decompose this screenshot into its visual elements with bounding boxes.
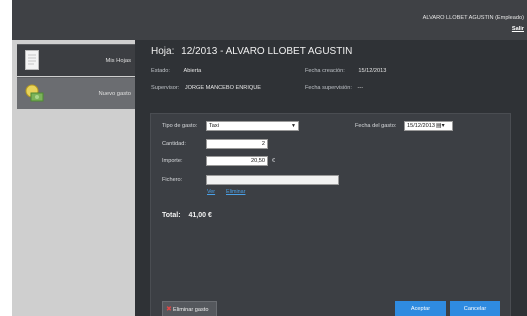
- title-value: 12/2013 - ALVARO LLOBET AGUSTIN: [181, 46, 353, 57]
- fichero-label: Fichero:: [162, 177, 183, 183]
- currency-symbol: €: [272, 158, 276, 164]
- supervisor-info: Supervisor: JORGE MANCEBO ENRIQUE: [151, 85, 261, 91]
- delete-button-label: Eliminar gasto: [173, 307, 209, 313]
- ver-link[interactable]: Ver: [207, 189, 215, 195]
- money-icon: [25, 83, 45, 105]
- tipo-label: Tipo de gasto:: [162, 123, 198, 129]
- creacion-value: 15/12/2013: [358, 68, 387, 74]
- title-label: Hoja:: [151, 46, 175, 57]
- total-label: Total:: [162, 212, 181, 219]
- fichero-input[interactable]: [206, 175, 339, 185]
- creacion-info: Fecha creación: 15/12/2013: [305, 68, 386, 74]
- estado-info: Estado: Abierta: [151, 68, 201, 74]
- supervision-label: Fecha supervisión:: [305, 85, 352, 91]
- estado-label: Estado:: [151, 68, 170, 74]
- supervision-value: ---: [357, 85, 364, 91]
- user-name: ALVARO LLOBET AGUSTIN (Empleado): [422, 15, 524, 21]
- sidebar-item-label: Nuevo gasto: [98, 91, 131, 97]
- importe-input[interactable]: 20,50: [206, 156, 268, 166]
- fecha-value: 15/12/2013: [407, 123, 435, 129]
- sidebar-item-nuevo-gasto[interactable]: Nuevo gasto: [17, 77, 135, 109]
- document-icon: [25, 50, 39, 72]
- main-content: Hoja: 12/2013 - ALVARO LLOBET AGUSTIN Es…: [135, 40, 527, 316]
- chevron-down-icon: ▼: [291, 123, 296, 129]
- accept-button[interactable]: Aceptar: [395, 301, 446, 316]
- sidebar: Mis Hojas Nuevo gasto: [12, 40, 135, 316]
- delete-icon: ✖: [166, 306, 172, 313]
- sidebar-item-label: Mis Hojas: [105, 58, 131, 64]
- tipo-gasto-value: Taxi: [209, 123, 219, 129]
- total-value: 41,00 €: [188, 212, 212, 219]
- tipo-gasto-select[interactable]: Taxi ▼: [206, 121, 299, 131]
- fecha-label: Fecha del gasto:: [355, 123, 397, 129]
- cancel-button[interactable]: Cancelar: [450, 301, 500, 316]
- supervisor-label: Supervisor:: [151, 85, 180, 91]
- supervisor-value: JORGE MANCEBO ENRIQUE: [184, 85, 262, 91]
- cantidad-input[interactable]: 2: [206, 139, 268, 149]
- cantidad-label: Cantidad:: [162, 141, 186, 147]
- calendar-icon[interactable]: ▤▾: [436, 121, 454, 131]
- eliminar-link[interactable]: Eliminar: [226, 189, 245, 195]
- estado-value: Abierta: [183, 68, 202, 74]
- top-header: ALVARO LLOBET AGUSTIN (Empleado) Salir: [12, 0, 527, 40]
- creacion-label: Fecha creación:: [305, 68, 345, 74]
- expense-form-panel: Tipo de gasto: Taxi ▼ Fecha del gasto: 1…: [150, 113, 511, 316]
- sidebar-item-mis-hojas[interactable]: Mis Hojas: [17, 44, 135, 76]
- importe-label: Importe:: [162, 158, 183, 164]
- logout-link[interactable]: Salir: [512, 26, 524, 32]
- delete-expense-button[interactable]: ✖ Eliminar gasto: [162, 301, 217, 316]
- total-row: Total: 41,00 €: [162, 212, 212, 219]
- page-title: Hoja: 12/2013 - ALVARO LLOBET AGUSTIN: [151, 46, 352, 57]
- supervision-info: Fecha supervisión: ---: [305, 85, 363, 91]
